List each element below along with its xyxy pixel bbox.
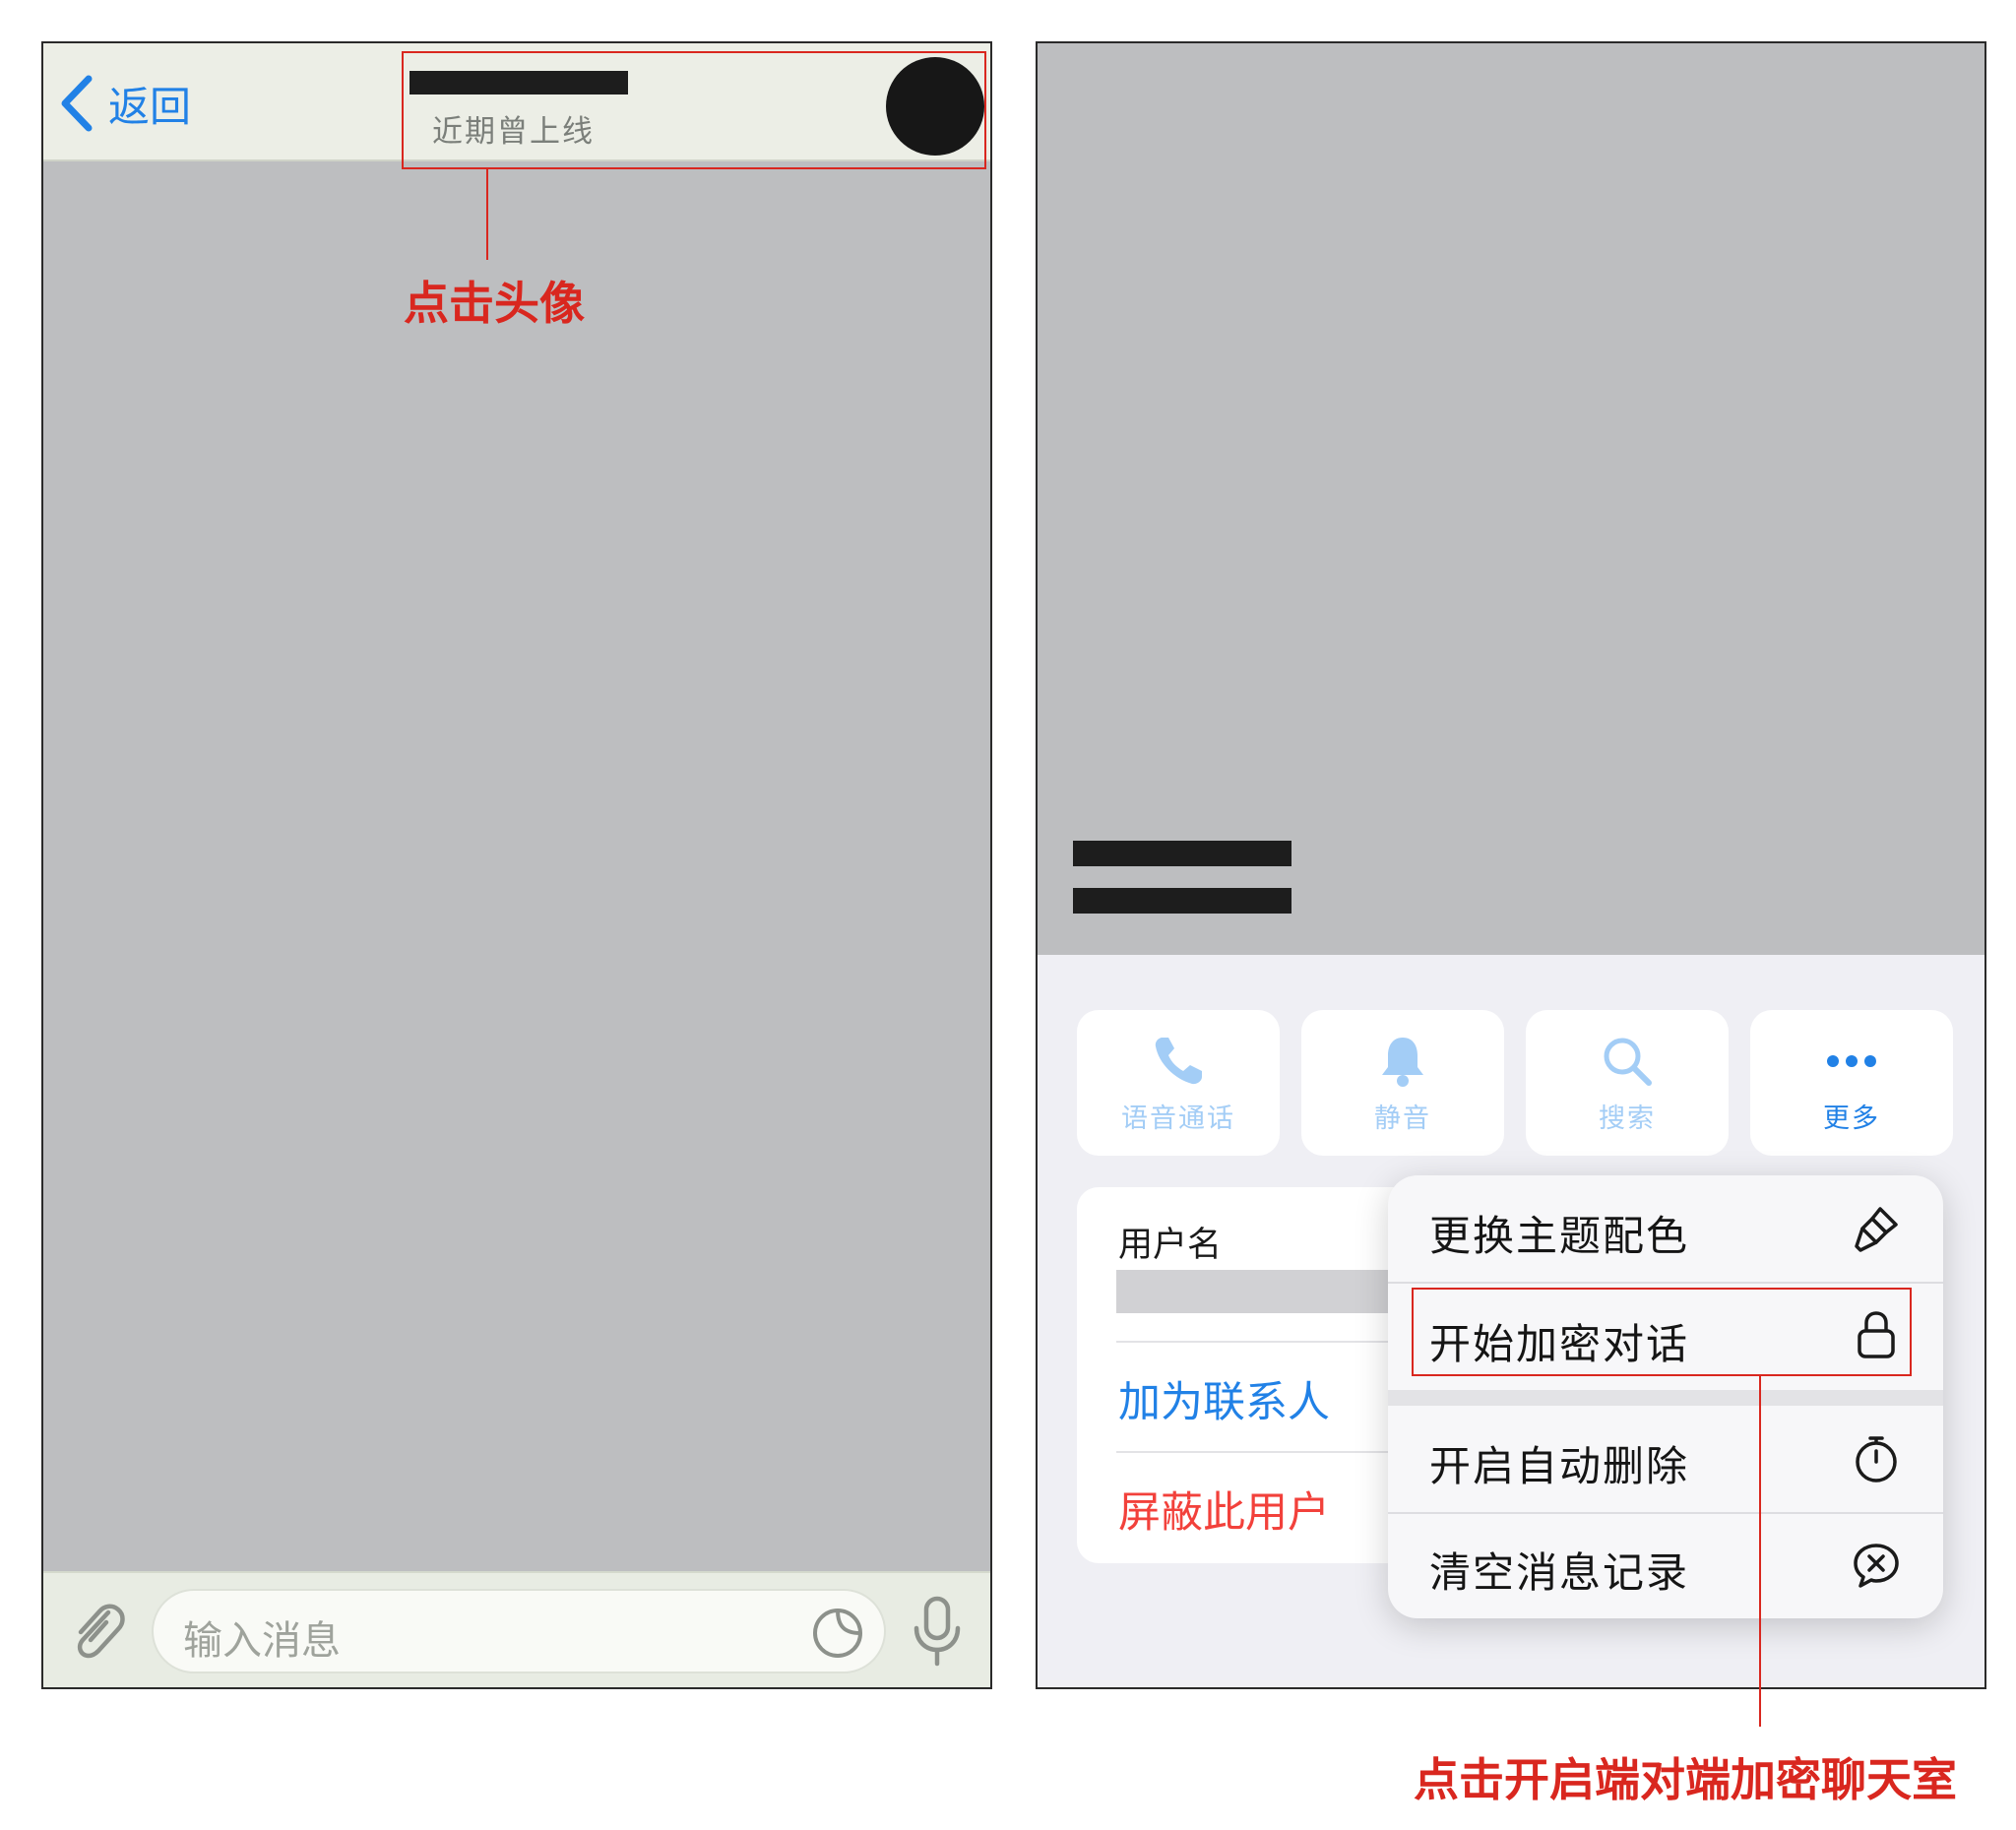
more-dots-icon: [1827, 1055, 1876, 1067]
redacted-profile-info: [1073, 888, 1292, 914]
menu-label-clear-history: 清空消息记录: [1429, 1548, 1690, 1597]
message-placeholder: 输入消息: [183, 1618, 341, 1664]
message-input-bar: 输入消息: [43, 1571, 990, 1687]
message-input[interactable]: 输入消息: [152, 1589, 886, 1673]
paperclip-icon[interactable]: [65, 1597, 128, 1666]
avatar-highlight-box: [402, 51, 986, 169]
chevron-left-icon: [61, 75, 93, 132]
mute-label: 静音: [1374, 1104, 1431, 1134]
sticker-icon[interactable]: [809, 1605, 866, 1662]
clear-chat-icon: [1854, 1544, 1899, 1588]
microphone-icon[interactable]: [910, 1595, 965, 1668]
annotation-tap-avatar: 点击头像: [404, 277, 585, 330]
secret-chat-highlight-box: [1412, 1288, 1912, 1376]
voice-call-label: 语音通话: [1121, 1104, 1235, 1134]
phone-icon: [1155, 1038, 1202, 1085]
profile-screen: 语音通话 静音 搜索 更多 用户名 加为联系人 屏蔽此用户 更换主题配色 开始加…: [1036, 41, 1986, 1689]
bell-icon: [1382, 1038, 1423, 1087]
menu-section-gap: [1388, 1390, 1943, 1406]
menu-label-auto-delete: 开启自动删除: [1429, 1442, 1690, 1490]
annotation-line: [1759, 1376, 1761, 1727]
add-contact-button[interactable]: 加为联系人: [1118, 1368, 1330, 1429]
profile-cover: [1038, 43, 1984, 955]
timer-icon: [1856, 1436, 1897, 1483]
more-button[interactable]: 更多: [1750, 1010, 1953, 1156]
search-label: 搜索: [1599, 1104, 1656, 1134]
annotation-start-secret-chat: 点击开启端对端加密聊天室: [1414, 1753, 1957, 1806]
annotation-line: [486, 169, 488, 260]
menu-item-clear-history[interactable]: 清空消息记录: [1388, 1514, 1943, 1618]
more-context-menu: 更换主题配色 开始加密对话 开启自动删除 清空消息记录: [1388, 1175, 1943, 1618]
back-button[interactable]: 返回: [59, 73, 191, 134]
mute-button[interactable]: 静音: [1301, 1010, 1504, 1156]
search-button[interactable]: 搜索: [1526, 1010, 1729, 1156]
block-user-button[interactable]: 屏蔽此用户: [1118, 1479, 1330, 1540]
back-label: 返回: [108, 82, 192, 131]
redacted-profile-name: [1073, 841, 1292, 866]
more-label: 更多: [1823, 1104, 1880, 1134]
menu-item-auto-delete[interactable]: 开启自动删除: [1388, 1406, 1943, 1512]
menu-item-change-theme[interactable]: 更换主题配色: [1388, 1175, 1943, 1282]
voice-call-button[interactable]: 语音通话: [1077, 1010, 1280, 1156]
menu-label-change-theme: 更换主题配色: [1429, 1212, 1690, 1260]
paintbrush-icon: [1855, 1207, 1898, 1252]
search-icon: [1604, 1038, 1652, 1086]
username-label: 用户名: [1118, 1226, 1223, 1265]
